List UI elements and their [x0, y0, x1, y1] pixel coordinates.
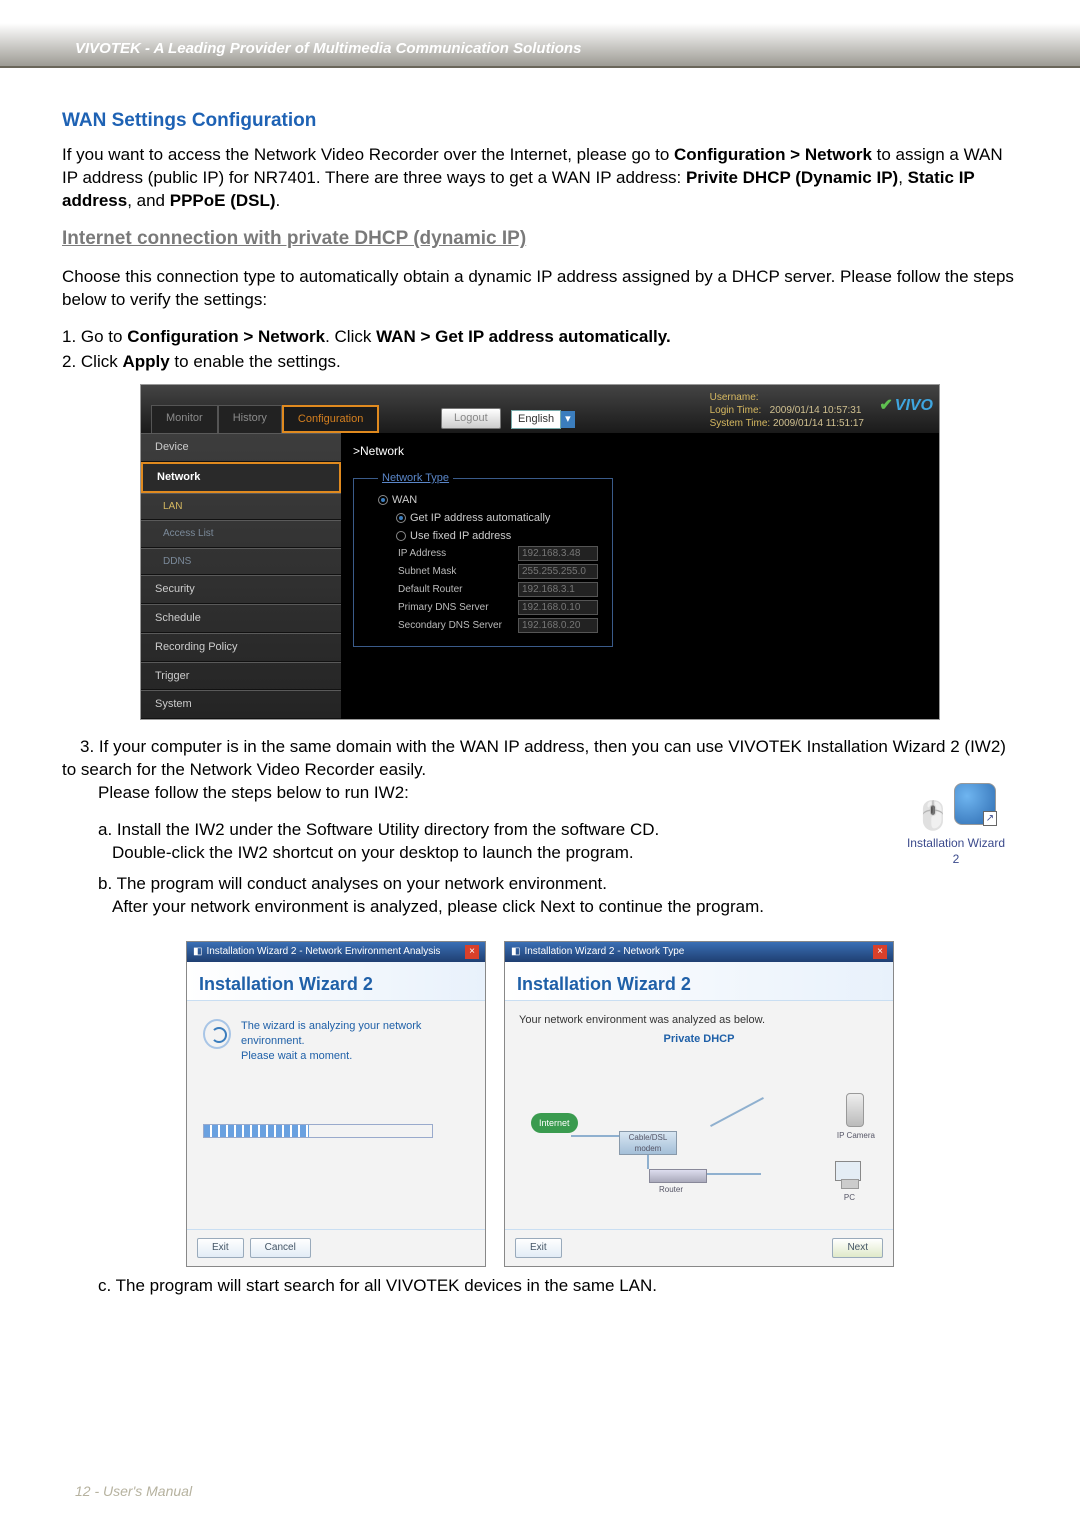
- subsection-heading: Internet connection with private DHCP (d…: [62, 226, 1018, 252]
- step-3c: c. The program will start search for all…: [98, 1275, 1018, 1298]
- sidebar-item-network[interactable]: Network: [141, 462, 341, 493]
- page-footer: 12 - User's Manual: [75, 1483, 192, 1499]
- default-router-field[interactable]: [518, 582, 598, 597]
- nr7401-app-screenshot: Monitor History Configuration Logout Eng…: [140, 384, 940, 720]
- step-2: 2. Click Apply to enable the settings.: [62, 351, 1018, 374]
- subnet-mask-field[interactable]: [518, 564, 598, 579]
- wizard2-analyzed-text: Your network environment was analyzed as…: [519, 1013, 879, 1028]
- exit-button[interactable]: Exit: [515, 1238, 562, 1258]
- sidebar-item-schedule[interactable]: Schedule: [141, 604, 341, 633]
- step-1: 1. Go to Configuration > Network. Click …: [62, 326, 1018, 349]
- exit-button[interactable]: Exit: [197, 1238, 244, 1258]
- network-diagram: Internet Cable/DSL modem Router IP Camer…: [519, 1061, 879, 1211]
- radio-use-fixed-ip[interactable]: Use fixed IP address: [378, 529, 600, 544]
- wizard-shortcut-icon: [954, 783, 996, 825]
- spinner-icon: [203, 1019, 231, 1049]
- ipcamera-label: IP Camera: [837, 1131, 875, 1142]
- wizard1-titlebar: Installation Wizard 2 - Network Environm…: [193, 945, 440, 959]
- radio-on-icon: [378, 495, 388, 505]
- close-icon[interactable]: ×: [873, 945, 887, 959]
- primary-dns-label: Primary DNS Server: [398, 601, 518, 615]
- modem-icon: Cable/DSL modem: [619, 1131, 677, 1155]
- subnet-mask-label: Subnet Mask: [398, 565, 518, 579]
- secondary-dns-field[interactable]: [518, 618, 598, 633]
- cancel-button[interactable]: Cancel: [250, 1238, 311, 1258]
- brand-tagline: VIVOTEK - A Leading Provider of Multimed…: [75, 40, 581, 57]
- logout-button[interactable]: Logout: [441, 408, 501, 429]
- brand-logo: VIVO: [879, 395, 933, 417]
- sidebar-item-device[interactable]: Device: [141, 433, 341, 462]
- mouse-icon: 🖱️: [916, 800, 951, 831]
- pc-label: PC: [844, 1193, 855, 1204]
- tab-history[interactable]: History: [218, 405, 282, 433]
- intro-paragraph: If you want to access the Network Video …: [62, 144, 1018, 213]
- radio-off-icon: [396, 531, 406, 541]
- page-header: VIVOTEK - A Leading Provider of Multimed…: [0, 0, 1080, 68]
- router-label: Router: [659, 1185, 683, 1196]
- breadcrumb: >Network: [353, 437, 927, 471]
- close-icon[interactable]: ×: [465, 945, 479, 959]
- radio-on-icon: [396, 513, 406, 523]
- sidebar: Device Network LAN Access List DDNS Secu…: [141, 433, 341, 719]
- sidebar-item-recording-policy[interactable]: Recording Policy: [141, 633, 341, 662]
- wizard-analysis-dialog: Installation Wizard 2 - Network Environm…: [186, 941, 486, 1267]
- wizard1-heading: Installation Wizard 2: [187, 962, 485, 1001]
- default-router-label: Default Router: [398, 583, 518, 597]
- tab-monitor[interactable]: Monitor: [151, 405, 218, 433]
- sidebar-item-system[interactable]: System: [141, 690, 341, 719]
- secondary-dns-label: Secondary DNS Server: [398, 619, 518, 633]
- wizard1-line1: The wizard is analyzing your network env…: [241, 1019, 469, 1049]
- sidebar-item-security[interactable]: Security: [141, 575, 341, 604]
- pc-icon: [835, 1161, 861, 1181]
- main-panel: >Network Network Type WAN Get IP address…: [341, 433, 939, 719]
- tab-configuration[interactable]: Configuration: [282, 405, 379, 433]
- language-select[interactable]: English▾: [511, 410, 575, 429]
- dhcp-paragraph: Choose this connection type to automatic…: [62, 266, 1018, 312]
- wizard2-titlebar: Installation Wizard 2 - Network Type: [511, 945, 684, 959]
- app-topbar: Monitor History Configuration Logout Eng…: [141, 385, 939, 433]
- progress-bar: [203, 1124, 433, 1138]
- router-icon: [649, 1169, 707, 1183]
- primary-dns-field[interactable]: [518, 600, 598, 615]
- sidebar-item-lan[interactable]: LAN: [141, 493, 341, 521]
- fieldset-legend: Network Type: [378, 471, 453, 486]
- ip-address-field[interactable]: [518, 546, 598, 561]
- sidebar-item-access-list[interactable]: Access List: [141, 520, 341, 548]
- step-3b: b. The program will conduct analyses on …: [98, 873, 1018, 919]
- next-button[interactable]: Next: [832, 1238, 883, 1258]
- step-3: 3. If your computer is in the same domai…: [62, 736, 1018, 805]
- wizard2-private-dhcp: Private DHCP: [519, 1032, 879, 1047]
- wizard1-line2: Please wait a moment.: [241, 1049, 469, 1064]
- step-3a: a. Install the IW2 under the Software Ut…: [98, 819, 1018, 865]
- session-info: Username: Login Time: 2009/01/14 10:57:3…: [710, 391, 864, 430]
- wizard-network-type-dialog: Installation Wizard 2 - Network Type × I…: [504, 941, 894, 1267]
- radio-get-ip-auto[interactable]: Get IP address automatically: [378, 511, 600, 526]
- section-heading: WAN Settings Configuration: [62, 108, 1018, 134]
- sidebar-item-ddns[interactable]: DDNS: [141, 548, 341, 576]
- sidebar-item-trigger[interactable]: Trigger: [141, 662, 341, 691]
- chevron-down-icon: ▾: [561, 411, 575, 428]
- network-type-fieldset: Network Type WAN Get IP address automati…: [353, 471, 613, 647]
- internet-cloud-icon: Internet: [531, 1113, 578, 1133]
- ip-address-label: IP Address: [398, 547, 518, 561]
- ipcamera-icon: [846, 1093, 864, 1127]
- wizard2-heading: Installation Wizard 2: [505, 962, 893, 1001]
- radio-wan[interactable]: WAN: [378, 493, 600, 508]
- iw2-shortcut-icon: 🖱️ Installation Wizard 2: [904, 783, 1008, 867]
